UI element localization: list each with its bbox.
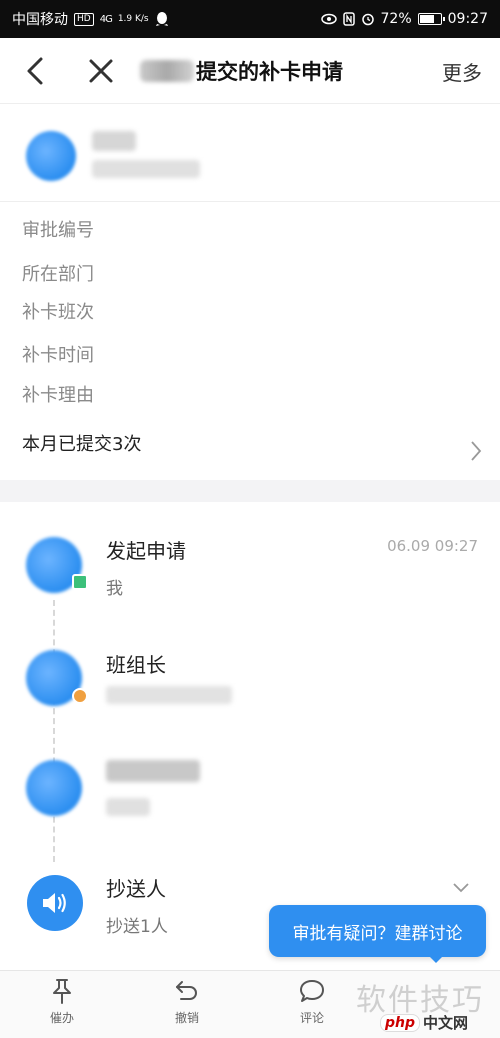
page-title: 提交的补卡申请 <box>140 38 343 104</box>
nav-bar: 提交的补卡申请 更多 <box>0 38 500 104</box>
revoke-button[interactable]: 撤销 <box>152 977 222 1026</box>
alarm-icon <box>361 13 374 26</box>
blurred-applicant-name <box>140 60 194 82</box>
nfc-icon <box>342 12 355 26</box>
timeline-connector <box>53 600 55 862</box>
applicant-section <box>0 104 500 202</box>
blurred-team-leader-status <box>106 686 232 704</box>
field-shift: 补卡班次 <box>22 302 94 323</box>
urge-label: 催办 <box>49 1011 74 1025</box>
page-title-text: 提交的补卡申请 <box>196 60 343 84</box>
cc-count: 抄送1人 <box>106 917 168 937</box>
chevron-down-icon[interactable] <box>452 882 470 894</box>
approved-check-badge <box>72 574 88 590</box>
comment-button[interactable]: 评论 <box>277 977 347 1026</box>
qq-icon <box>155 12 168 26</box>
approver-avatar <box>26 760 82 816</box>
hd-badge: HD <box>74 12 94 26</box>
section-divider <box>0 480 500 502</box>
status-bar: 中国移动 HD 4G 1.9 K/s 72% 09:27 <box>0 0 500 38</box>
field-reason: 补卡理由 <box>22 385 94 406</box>
blurred-approver-status <box>106 798 150 816</box>
blurred-applicant-name-text <box>92 131 136 151</box>
close-button[interactable] <box>78 48 124 94</box>
chevron-left-icon <box>27 57 43 84</box>
step-initiate-time: 06.09 09:27 <box>387 537 478 555</box>
cc-avatar <box>27 875 83 931</box>
field-time: 补卡时间 <box>22 345 94 366</box>
comment-icon <box>300 980 324 1002</box>
step-initiate-title: 发起申请 <box>106 539 186 563</box>
field-department: 所在部门 <box>22 264 94 285</box>
cc-title: 抄送人 <box>106 877 166 901</box>
clock: 09:27 <box>447 11 488 27</box>
close-icon <box>89 59 113 82</box>
monthly-submissions-link[interactable]: 本月已提交3次 <box>22 430 141 456</box>
step-team-leader-title: 班组长 <box>106 653 166 677</box>
comment-label: 评论 <box>299 1011 324 1025</box>
more-button[interactable]: 更多 <box>442 38 482 104</box>
eye-icon <box>320 13 337 25</box>
battery-icon <box>417 13 445 25</box>
pin-icon <box>53 979 71 1004</box>
back-button[interactable] <box>12 48 58 94</box>
carrier-label: 中国移动 <box>12 12 68 28</box>
urge-button[interactable]: 催办 <box>27 977 97 1026</box>
pending-badge <box>72 688 88 704</box>
undo-icon <box>176 981 197 1000</box>
blurred-approver-title <box>106 760 200 782</box>
applicant-avatar <box>26 131 76 181</box>
php-logo: php <box>380 1013 421 1032</box>
group-discussion-tooltip[interactable]: 审批有疑问？建群讨论 <box>269 905 486 957</box>
blurred-approval-status <box>92 160 200 178</box>
tooltip-tail <box>428 955 444 963</box>
chevron-right-icon <box>471 441 482 461</box>
signal-icon: 4G <box>99 13 113 25</box>
field-approval-number: 审批编号 <box>22 220 94 241</box>
revoke-label: 撤销 <box>174 1011 199 1025</box>
site-name: 中文网 <box>423 1014 469 1032</box>
network-speed: 1.9 K/s <box>117 13 149 24</box>
watermark-site: php 中文网 <box>380 1012 468 1033</box>
speaker-icon <box>43 893 66 913</box>
battery-percent: 72% <box>380 11 412 27</box>
step-initiate-actor: 我 <box>106 579 123 599</box>
